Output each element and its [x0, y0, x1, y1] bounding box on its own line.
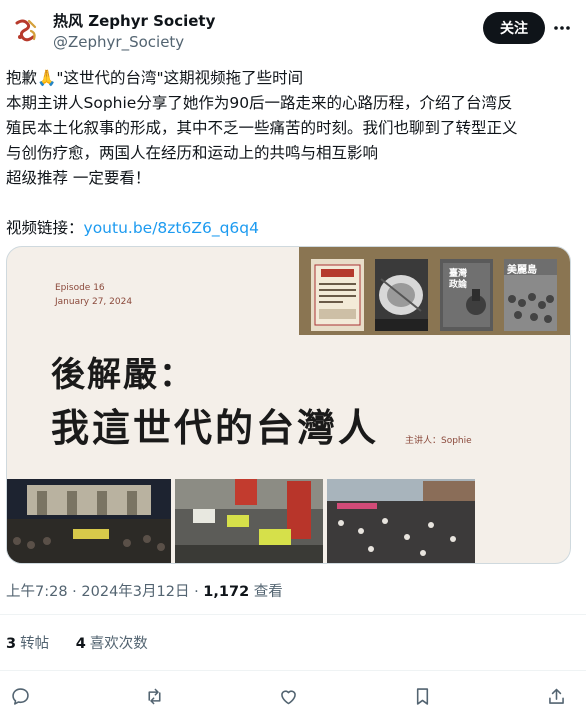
- repost-button[interactable]: [142, 684, 166, 708]
- post-line-2: 本期主讲人Sophie分享了她作为90后一路走来的心路历程，介绍了台湾反: [6, 94, 513, 112]
- crowd-photo: [327, 479, 475, 563]
- share-icon: [548, 688, 564, 704]
- bookmark-icon: [416, 687, 428, 705]
- episode-date: January 27, 2024: [55, 297, 133, 307]
- reposts-stat[interactable]: 3 转帖: [6, 636, 49, 652]
- post-blank-line: [6, 191, 581, 216]
- episode-label: Episode 16: [55, 283, 105, 293]
- more-icon: [554, 26, 570, 30]
- post-timestamp[interactable]: 上午7:28 · 2024年3月12日 ·: [6, 584, 203, 600]
- crowd-magazine-title: 美麗島: [507, 265, 537, 276]
- avatar[interactable]: [8, 12, 44, 48]
- slide-title-line-2: 我這世代的台灣人: [51, 405, 380, 450]
- reply-icon: [11, 687, 29, 705]
- likes-count: 4: [75, 636, 86, 652]
- follow-button[interactable]: 关注: [483, 12, 545, 44]
- speaker-label: 主讲人：Sophie: [405, 436, 472, 446]
- bookmark-button[interactable]: [410, 684, 434, 708]
- likes-stat[interactable]: 4 喜欢次数: [76, 636, 148, 652]
- reposts-label: 转帖: [20, 636, 50, 652]
- views-label: 查看: [249, 584, 283, 600]
- avatar-logo-icon: [10, 14, 42, 46]
- post-link-line: 视频链接：youtu.be/8zt6Z6_q6q4: [6, 216, 581, 241]
- share-button[interactable]: [544, 684, 568, 708]
- views-count: 1,172: [203, 584, 250, 600]
- like-button[interactable]: [276, 684, 300, 708]
- post-body: 抱歉🙏"这世代的台湾"这期视频拖了些时间 本期主讲人Sophie分享了她作为90…: [6, 66, 581, 241]
- post-line-4: 与创伤疗愈，两国人在经历和运动上的共鸣与相互影响: [6, 144, 379, 162]
- reply-button[interactable]: [8, 684, 32, 708]
- flag-photo-thumbnail: [375, 259, 428, 331]
- more-button[interactable]: [548, 14, 576, 42]
- post-line-5: 超级推荐 一定要看！: [6, 169, 151, 187]
- post-line-1-suffix: "这世代的台湾"这期视频拖了些时间: [56, 69, 304, 87]
- divider: [0, 670, 586, 671]
- post-meta: 上午7:28 · 2024年3月12日 · 1,172 查看: [6, 582, 283, 602]
- link-label: 视频链接：: [6, 219, 84, 237]
- archive-thumbnails-strip: 臺灣政論 美麗島: [299, 247, 570, 335]
- display-name[interactable]: 热风 Zephyr Society: [53, 11, 215, 31]
- reposts-count: 3: [6, 636, 17, 652]
- user-handle[interactable]: @Zephyr_Society: [53, 32, 184, 52]
- likes-label: 喜欢次数: [89, 636, 148, 652]
- post-header: 热风 Zephyr Society @Zephyr_Society 关注: [0, 0, 586, 62]
- magazine-title: 臺灣政論: [449, 269, 468, 290]
- media-image[interactable]: Episode 16 January 27, 2024 臺灣政論 美麗島 後解嚴…: [6, 246, 571, 564]
- newspaper-thumbnail: [311, 259, 364, 331]
- repost-icon: [147, 688, 161, 704]
- post-line-1-prefix: 抱歉: [6, 69, 38, 87]
- video-link[interactable]: youtu.be/8zt6Z6_q6q4: [84, 219, 259, 237]
- pray-emoji: 🙏: [37, 69, 57, 87]
- post-line-1: 抱歉🙏"这世代的台湾"这期视频拖了些时间: [6, 66, 581, 91]
- slide-title-line-1: 後解嚴：: [51, 355, 195, 395]
- action-bar: [0, 684, 586, 710]
- protest-signs-photo: [175, 479, 323, 563]
- like-icon: [280, 689, 296, 704]
- post-line-3: 殖民本土化叙事的形成，其中不乏一些痛苦的时刻。我们也聊到了转型正义: [6, 119, 518, 137]
- night-rally-photo: [7, 479, 171, 563]
- divider: [0, 614, 586, 615]
- post-stats: 3 转帖 4 喜欢次数: [6, 634, 170, 654]
